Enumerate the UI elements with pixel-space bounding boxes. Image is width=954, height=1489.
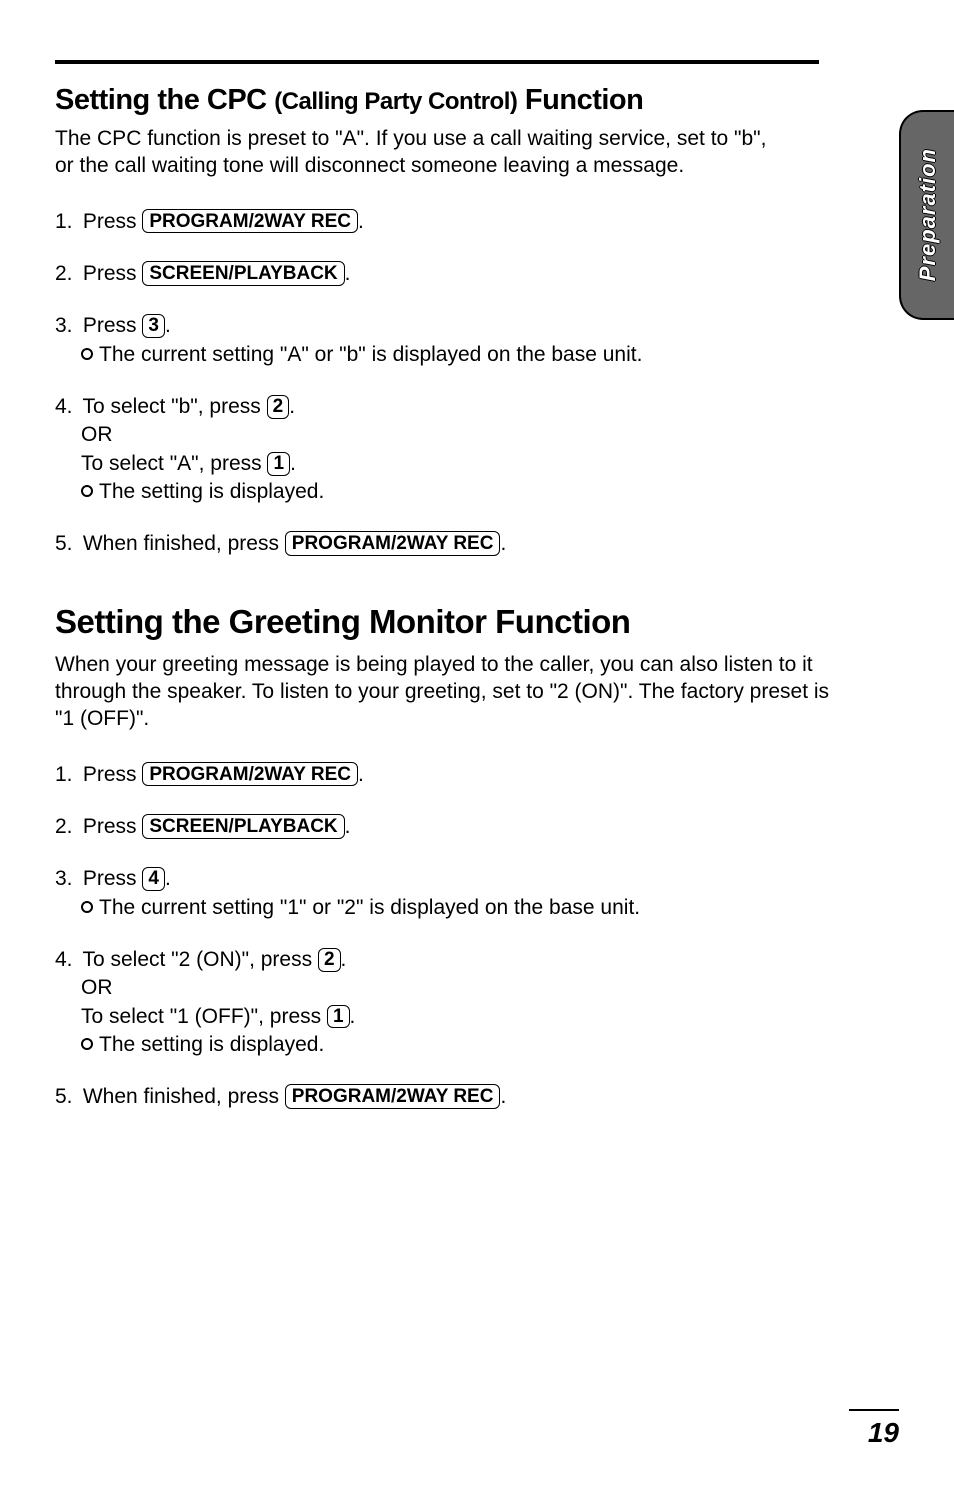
step-note: The current setting "A" or "b" is displa… [55,341,899,369]
step-tail: . [341,948,347,971]
step-text: Press [83,262,143,285]
step-item: 5. When finished, press PROGRAM/2WAY REC… [55,530,899,558]
key-label: 2 [318,948,341,972]
step-number: 4. [55,946,77,974]
step-number: 4. [55,393,77,421]
step-tail: . [500,1085,506,1108]
heading-tail: Function [525,84,643,116]
step-item: 2. Press SCREEN/PLAYBACK. [55,260,899,288]
bullet-icon [81,485,93,497]
step-tail: . [345,815,351,838]
extra-tail: . [290,452,296,475]
key-label: 2 [267,395,290,419]
key-label: PROGRAM/2WAY REC [285,531,501,556]
step-number: 3. [55,865,77,893]
steps-list: 1. Press PROGRAM/2WAY REC. 2. Press SCRE… [55,761,899,1112]
key-label: PROGRAM/2WAY REC [142,762,358,787]
section-cpc: Setting the CPC (Calling Party Control) … [55,84,899,559]
step-number: 3. [55,312,77,340]
step-item: 1. Press PROGRAM/2WAY REC. [55,208,899,236]
step-tail: . [289,395,295,418]
step-text: Press [83,815,143,838]
bullet-icon [81,1038,93,1050]
step-item: 2. Press SCREEN/PLAYBACK. [55,813,899,841]
step-tail: . [358,210,364,233]
step-text: Press [83,867,143,890]
step-tail: . [345,262,351,285]
bullet-icon [81,348,93,360]
key-label: PROGRAM/2WAY REC [285,1084,501,1109]
step-note: The setting is displayed. [55,1031,899,1059]
side-tab: Preparation [899,110,954,320]
step-text: To select "2 (ON)", press [82,948,317,971]
section-intro: The CPC function is preset to "A". If yo… [55,125,789,180]
step-extra: To select "1 (OFF)", press 1. [55,1003,899,1031]
step-extra: OR [55,421,899,449]
key-label: 4 [142,867,165,891]
step-tail: . [165,314,171,337]
step-text: When finished, press [83,532,285,555]
section-intro: When your greeting message is being play… [55,651,839,733]
step-text: When finished, press [83,1085,285,1108]
section-heading: Setting the CPC (Calling Party Control) … [55,84,899,117]
extra-tail: . [350,1005,356,1028]
step-item: 1. Press PROGRAM/2WAY REC. [55,761,899,789]
heading-main: Setting the CPC [55,84,267,116]
bullet-icon [81,901,93,913]
key-label: SCREEN/PLAYBACK [142,261,344,286]
note-text: The current setting "1" or "2" is displa… [99,896,640,919]
step-item: 4. To select "2 (ON)", press 2. OR To se… [55,946,899,1059]
step-number: 5. [55,1083,77,1111]
step-item: 4. To select "b", press 2. OR To select … [55,393,899,506]
step-extra: To select "A", press 1. [55,450,899,478]
note-text: The setting is displayed. [99,480,324,503]
step-number: 2. [55,260,77,288]
step-number: 1. [55,208,77,236]
step-number: 1. [55,761,77,789]
key-label: SCREEN/PLAYBACK [142,814,344,839]
section-greeting-monitor: Setting the Greeting Monitor Function Wh… [55,603,899,1112]
note-text: The current setting "A" or "b" is displa… [99,343,642,366]
step-text: Press [83,763,143,786]
key-label: PROGRAM/2WAY REC [142,209,358,234]
step-item: 5. When finished, press PROGRAM/2WAY REC… [55,1083,899,1111]
page: Setting the CPC (Calling Party Control) … [0,0,954,1489]
note-text: The setting is displayed. [99,1033,324,1056]
key-label: 1 [327,1005,350,1029]
step-note: The current setting "1" or "2" is displa… [55,894,899,922]
extra-lead: To select "1 (OFF)", press [81,1005,327,1028]
step-note: The setting is displayed. [55,478,899,506]
step-number: 2. [55,813,77,841]
extra-lead: To select "A", press [81,452,267,475]
step-text: Press [83,210,143,233]
step-tail: . [358,763,364,786]
step-text: To select "b", press [82,395,266,418]
section-heading: Setting the Greeting Monitor Function [55,603,899,641]
side-tab-label: Preparation [915,148,941,281]
step-item: 3. Press 3. The current setting "A" or "… [55,312,899,369]
step-tail: . [165,867,171,890]
page-number: 19 [849,1409,899,1449]
step-item: 3. Press 4. The current setting "1" or "… [55,865,899,922]
step-tail: . [500,532,506,555]
step-extra: OR [55,974,899,1002]
key-label: 3 [142,314,165,338]
step-number: 5. [55,530,77,558]
key-label: 1 [267,452,290,476]
heading-paren: (Calling Party Control) [274,88,517,115]
step-text: Press [83,314,143,337]
horizontal-rule [55,60,819,64]
steps-list: 1. Press PROGRAM/2WAY REC. 2. Press SCRE… [55,208,899,559]
